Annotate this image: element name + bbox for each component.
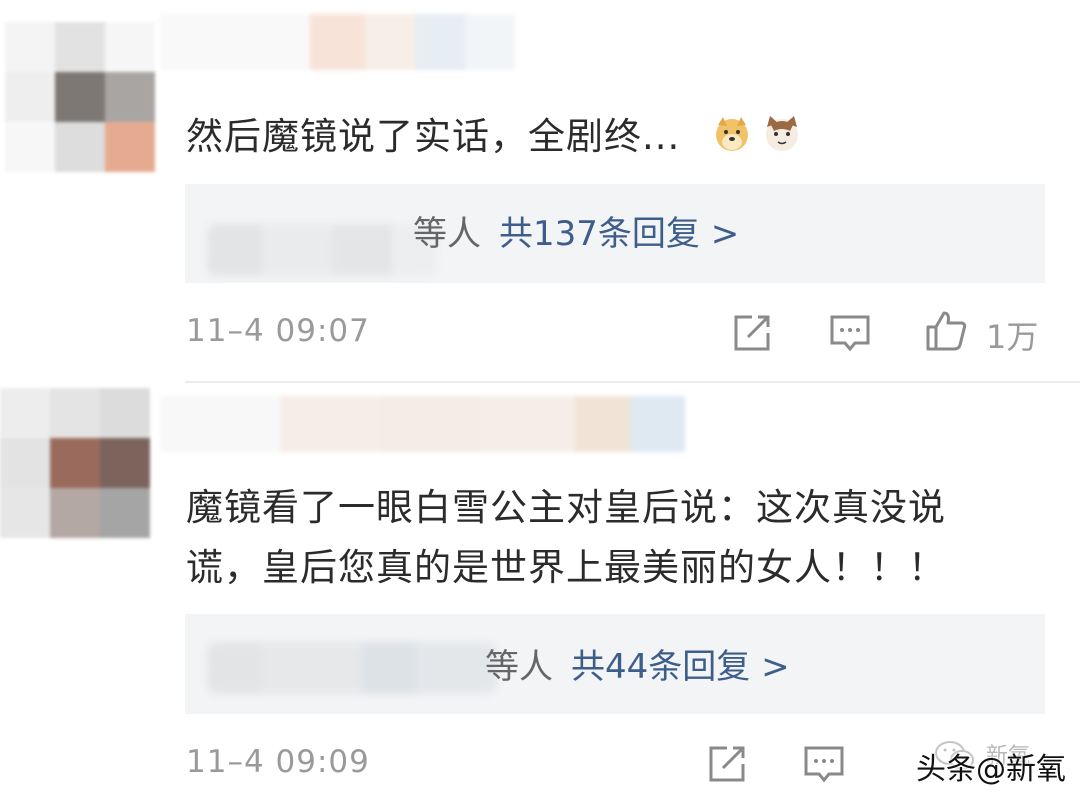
doge-emoji xyxy=(716,117,748,151)
reply-count-link[interactable]: 共137条回复 > xyxy=(499,214,739,254)
cat-emoji xyxy=(766,116,798,151)
username[interactable] xyxy=(160,396,685,452)
reply-suffix: 等人 xyxy=(413,214,481,254)
comment-icon[interactable] xyxy=(802,742,846,786)
reply-summary[interactable]: 等人 共137条回复 > xyxy=(185,184,1045,283)
forward-icon[interactable] xyxy=(705,742,749,786)
reply-suffix: 等人 xyxy=(485,647,553,687)
comment-text-line2: 谎，皇后您真的是世界上最美丽的女人！！！ xyxy=(186,546,946,589)
username[interactable] xyxy=(160,14,515,70)
comment-text-line1: 魔镜看了一眼白雪公主对皇后说：这次真没说 xyxy=(186,486,946,529)
comment-icon[interactable] xyxy=(828,311,872,355)
comment-card: 然后魔镜说了实话，全剧终... 等人共137条回复 > 11–4 09:07 xyxy=(0,0,1080,382)
reply-usernames xyxy=(207,642,497,694)
reply-summary[interactable]: 等人 共44条回复 > xyxy=(185,614,1045,714)
reply-usernames xyxy=(207,224,437,276)
reply-count-link[interactable]: 共44条回复 > xyxy=(571,647,790,687)
forward-icon[interactable] xyxy=(730,311,774,355)
avatar[interactable] xyxy=(5,22,155,172)
like-icon[interactable] xyxy=(924,309,968,353)
timestamp: 11–4 09:07 xyxy=(186,313,370,349)
comment-card: 魔镜看了一眼白雪公主对皇后说：这次真没说 谎，皇后您真的是世界上最美丽的女人！！… xyxy=(0,382,1080,806)
watermark: 头条@新氧 xyxy=(916,752,1066,787)
comment-text: 然后魔镜说了实话，全剧终... xyxy=(186,115,681,158)
avatar[interactable] xyxy=(0,388,150,538)
like-count: 1万 xyxy=(986,318,1039,356)
timestamp: 11–4 09:09 xyxy=(186,744,370,780)
